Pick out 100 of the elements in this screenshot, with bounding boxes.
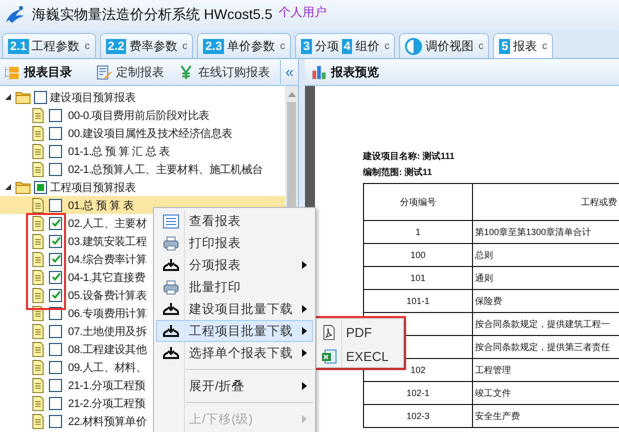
refresh-mark: c: [280, 40, 286, 52]
checkbox[interactable]: [49, 396, 62, 410]
tree-item-label[interactable]: 21-1.分项工程预: [68, 378, 146, 392]
menu-item[interactable]: PDF: [318, 320, 402, 344]
tree-item-label[interactable]: 22.材料预算单价: [68, 414, 147, 428]
submenu-arrow-icon: [300, 349, 308, 357]
tree-item-label[interactable]: 00.建设项目属性及技术经济信息表: [68, 126, 232, 140]
tree-item-label[interactable]: 04.综合费率计算: [68, 252, 147, 266]
tree-item-label[interactable]: 01.总 预 算 表: [68, 198, 134, 212]
tree-item-label[interactable]: 01-1.总 预 算 汇 总 表: [68, 144, 170, 158]
checkbox[interactable]: [49, 270, 62, 284]
tab-number-badge: 2.2: [106, 38, 126, 54]
menu-item[interactable]: 分项报表: [156, 254, 313, 276]
submenu-arrow-icon: [300, 415, 308, 423]
download-icon: [163, 258, 179, 272]
checkbox[interactable]: [49, 342, 62, 356]
order-report-link[interactable]: 在线订购报表: [178, 64, 270, 80]
checkbox[interactable]: [34, 180, 47, 194]
checkbox[interactable]: [49, 378, 62, 392]
refresh-mark: c: [478, 40, 484, 52]
checkbox[interactable]: [49, 144, 62, 158]
checkbox[interactable]: [49, 288, 62, 302]
folder-icon: [15, 180, 31, 194]
tree-folder-label[interactable]: 工程项目预算报表: [50, 180, 136, 194]
tab-number-badge: 4: [342, 38, 352, 54]
custom-report-link[interactable]: 定制报表: [96, 64, 164, 80]
checkbox[interactable]: [49, 324, 62, 338]
table-cell: 102-3: [364, 404, 472, 428]
menu-item[interactable]: 批量打印: [156, 276, 313, 298]
column-header: 工程或费: [472, 184, 619, 220]
checkbox[interactable]: [34, 90, 47, 104]
expanded-arrow-icon[interactable]: [4, 183, 12, 191]
checkbox[interactable]: [49, 414, 62, 428]
refresh-mark: c: [182, 40, 188, 52]
tab[interactable]: 5 报表 c: [493, 33, 554, 58]
refresh-mark: c: [384, 40, 390, 52]
tab[interactable]: 调价视图 c: [399, 33, 490, 58]
table-cell: 102-1: [364, 382, 472, 404]
document-icon: [30, 252, 46, 266]
collapse-button[interactable]: «: [280, 60, 298, 84]
expanded-arrow-icon[interactable]: [4, 93, 12, 101]
tree-folder-label[interactable]: 建设项目预算报表: [50, 90, 136, 104]
checkbox[interactable]: [49, 360, 62, 374]
tab-label: 报表: [513, 38, 538, 54]
tree-item-label[interactable]: 00-0.项目费用前后阶段对比表: [68, 108, 210, 122]
tree-item-label[interactable]: 02.人工、主要材: [68, 216, 147, 230]
yen-icon: [178, 64, 194, 80]
tree-item-label[interactable]: 07.土地使用及拆: [68, 324, 147, 338]
tab[interactable]: 3 分项 4 组价 c: [295, 33, 396, 58]
document-icon: [30, 396, 46, 410]
tree-item-label[interactable]: 21-2.分项工程预: [68, 396, 146, 410]
checkbox[interactable]: [49, 162, 62, 176]
tree-item-label[interactable]: 04-1.其它直接费: [68, 270, 146, 284]
document-icon: [30, 216, 46, 230]
document-icon: [30, 270, 46, 284]
tab-label: 费率参数: [129, 38, 178, 54]
folder-tree-icon: [4, 64, 20, 80]
tree-item-label[interactable]: 08.工程建设其他: [68, 342, 147, 356]
half-circle-icon: [405, 38, 422, 54]
tab[interactable]: 2.2 费率参数 c: [100, 33, 194, 58]
checkbox[interactable]: [49, 234, 62, 248]
checkbox[interactable]: [49, 252, 62, 266]
menu-item[interactable]: 展开/折叠: [156, 375, 313, 397]
checkbox[interactable]: [49, 126, 62, 140]
document-icon: [30, 288, 46, 302]
menu-item[interactable]: 查看报表: [156, 210, 313, 232]
table-cell: 101: [364, 266, 472, 290]
tree-item-label[interactable]: 06.专项费用计算: [68, 306, 147, 320]
menu-item[interactable]: 建设项目批量下载: [156, 298, 313, 320]
menu-item[interactable]: 打印报表: [156, 232, 313, 254]
tree-item-label[interactable]: 02-1.总预算人工、主要材料、施工机械台: [68, 162, 263, 176]
tab[interactable]: 2.1 工程参数 c: [2, 33, 96, 58]
tree-item-label[interactable]: 03.建筑安装工程: [68, 234, 147, 248]
refresh-mark: c: [84, 40, 90, 52]
printer-icon: [163, 280, 179, 294]
document-icon: [30, 378, 46, 392]
tab-label: 组价: [355, 38, 380, 54]
menu-item[interactable]: 选择单个报表下载: [156, 342, 313, 364]
tree-item-label[interactable]: 05.设备费计算表: [68, 288, 147, 302]
document-icon: [30, 360, 46, 374]
tab-label: 分项: [314, 38, 339, 54]
checkbox[interactable]: [49, 198, 62, 212]
folder-icon: [15, 90, 31, 104]
tab-number-badge: 2.3: [203, 38, 224, 54]
edition-label: 个人用户: [278, 4, 326, 21]
tab-number-badge: 3: [301, 38, 312, 54]
bar-chart-icon: [311, 64, 327, 80]
tab-number-badge: 5: [499, 38, 510, 54]
submenu-arrow-icon: [300, 327, 308, 335]
document-icon: [30, 126, 46, 140]
spreadsheet-icon: [321, 348, 337, 364]
tab[interactable]: 2.3 单价参数 c: [197, 33, 292, 58]
checkbox[interactable]: [49, 108, 62, 122]
table-cell: 101-1: [364, 290, 472, 312]
menu-item[interactable]: 工程项目批量下载: [156, 320, 313, 342]
download-icon: [163, 324, 179, 338]
window-title: 海巍实物量法造价分析系统 HWcost5.5: [32, 6, 272, 24]
column-header: 分项编号: [364, 184, 472, 220]
checkbox[interactable]: [49, 216, 62, 230]
tree-item-label[interactable]: 09.人工、材料、: [68, 360, 147, 374]
